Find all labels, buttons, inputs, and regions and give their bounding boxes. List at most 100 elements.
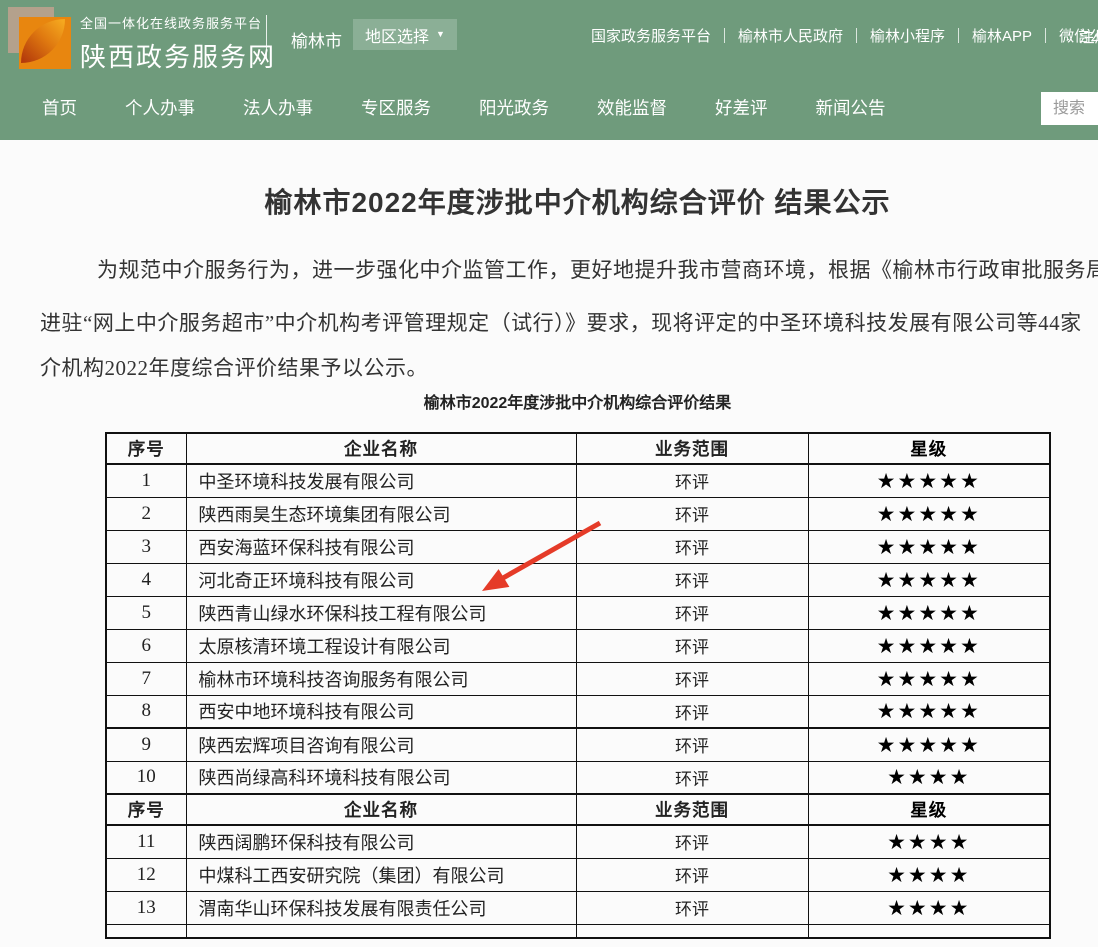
logo-orange-square [19, 17, 71, 69]
business-scope: 环评 [576, 629, 808, 662]
star-rating: ★★★★ [808, 761, 1050, 794]
company-name: 西安海蓝环保科技有限公司 [186, 530, 576, 563]
logo-leaf-icon [21, 19, 65, 63]
star-rating: ★★★★★ [808, 629, 1050, 662]
notice-paragraph-line-1: 为规范中介服务行为，进一步强化中介监管工作，更好地提升我市营商环境，根据《榆林市… [97, 254, 1098, 284]
table-row: 12中煤科工西安研究院（集团）有限公司环评★★★★ [106, 858, 1050, 891]
table-row: 8西安中地环境科技有限公司环评★★★★★ [106, 695, 1050, 728]
business-scope: 环评 [576, 891, 808, 924]
nav-item-好差评[interactable]: 好差评 [715, 95, 768, 120]
table-row: 11陕西阔鹏环保科技有限公司环评★★★★ [106, 825, 1050, 858]
evaluation-table: 序号企业名称业务范围星级1中圣环境科技发展有限公司环评★★★★★2陕西雨昊生态环… [105, 432, 1051, 939]
table-row: 5陕西青山绿水环保科技工程有限公司环评★★★★★ [106, 596, 1050, 629]
business-scope: 环评 [576, 825, 808, 858]
nav-item-效能监督[interactable]: 效能监督 [597, 95, 667, 120]
top-link[interactable]: 国家政务服务平台 [578, 25, 724, 46]
table-header-row: 序号企业名称业务范围星级 [106, 433, 1050, 464]
top-link[interactable]: 榆林市人民政府 [725, 25, 856, 46]
row-number: 7 [106, 662, 186, 695]
company-name: 西安中地环境科技有限公司 [186, 695, 576, 728]
top-link[interactable]: 榆林APP [959, 25, 1045, 46]
site-name: 陕西政务服务网 [80, 37, 276, 74]
page-title: 榆林市2022年度涉批中介机构综合评价 结果公示 [0, 181, 1098, 221]
business-scope: 环评 [576, 858, 808, 891]
company-name: 中煤科工西安研究院（集团）有限公司 [186, 858, 576, 891]
region-selector-button[interactable]: 地区选择 ▼ [353, 19, 457, 50]
row-number: 4 [106, 563, 186, 596]
nav-item-首页[interactable]: 首页 [42, 95, 77, 120]
column-header: 序号 [106, 794, 186, 825]
main-nav: 首页 个人办事 法人办事 专区服务 阳光政务 效能监督 好差评 新闻公告 [0, 75, 1098, 140]
empty-cell [186, 924, 576, 938]
company-name: 榆林市环境科技咨询服务有限公司 [186, 662, 576, 695]
company-name: 河北奇正环境科技有限公司 [186, 563, 576, 596]
column-header: 星级 [808, 433, 1050, 464]
row-number: 12 [106, 858, 186, 891]
region-selector-label: 地区选择 [365, 23, 429, 47]
business-scope: 环评 [576, 530, 808, 563]
star-rating: ★★★★★ [808, 728, 1050, 761]
star-rating: ★★★★★ [808, 596, 1050, 629]
nav-item-个人办事[interactable]: 个人办事 [125, 95, 195, 120]
page: 全国一体化在线政务服务平台 陕西政务服务网 榆林市 地区选择 ▼ 国家政务服务平… [0, 0, 1098, 947]
notice-paragraph-line-3: 介机构2022年度综合评价结果予以公示。 [40, 352, 428, 382]
business-scope: 环评 [576, 596, 808, 629]
top-links: 国家政务服务平台榆林市人民政府榆林小程序榆林APP微信公众号 [578, 25, 1098, 46]
business-scope: 环评 [576, 464, 808, 497]
chevron-down-icon: ▼ [436, 30, 445, 39]
business-scope: 环评 [576, 497, 808, 530]
table-row-clipped [106, 924, 1050, 938]
company-name: 渭南华山环保科技发展有限责任公司 [186, 891, 576, 924]
nav-item-法人办事[interactable]: 法人办事 [243, 95, 313, 120]
star-rating: ★★★★ [808, 858, 1050, 891]
table-row: 2陕西雨昊生态环境集团有限公司环评★★★★★ [106, 497, 1050, 530]
empty-cell [576, 924, 808, 938]
row-number: 10 [106, 761, 186, 794]
star-rating: ★★★★★ [808, 695, 1050, 728]
star-rating: ★★★★ [808, 825, 1050, 858]
nav-item-阳光政务[interactable]: 阳光政务 [479, 95, 549, 120]
eval-table-body: 序号企业名称业务范围星级1中圣环境科技发展有限公司环评★★★★★2陕西雨昊生态环… [106, 433, 1050, 938]
company-name: 太原核清环境工程设计有限公司 [186, 629, 576, 662]
nav-item-新闻公告[interactable]: 新闻公告 [816, 95, 886, 120]
business-scope: 环评 [576, 662, 808, 695]
table-caption: 榆林市2022年度涉批中介机构综合评价结果 [0, 389, 1098, 413]
company-name: 陕西阔鹏环保科技有限公司 [186, 825, 576, 858]
column-header: 业务范围 [576, 433, 808, 464]
masthead: 全国一体化在线政务服务平台 陕西政务服务网 榆林市 地区选择 ▼ 国家政务服务平… [0, 0, 1098, 140]
row-number: 13 [106, 891, 186, 924]
nav-item-专区服务[interactable]: 专区服务 [361, 95, 431, 120]
row-number: 3 [106, 530, 186, 563]
column-header: 业务范围 [576, 794, 808, 825]
register-link[interactable]: 注册 [1079, 25, 1098, 47]
row-number: 1 [106, 464, 186, 497]
table-row: 10陕西尚绿高科环境科技有限公司环评★★★★ [106, 761, 1050, 794]
company-name: 陕西青山绿水环保科技工程有限公司 [186, 596, 576, 629]
empty-cell [106, 924, 186, 938]
star-rating: ★★★★ [808, 891, 1050, 924]
current-city-label: 榆林市 [291, 27, 342, 52]
table-header-row: 序号企业名称业务范围星级 [106, 794, 1050, 825]
star-rating: ★★★★★ [808, 662, 1050, 695]
row-number: 5 [106, 596, 186, 629]
business-scope: 环评 [576, 728, 808, 761]
top-link[interactable]: 榆林小程序 [857, 25, 958, 46]
site-brand: 全国一体化在线政务服务平台 陕西政务服务网 [80, 13, 276, 74]
search-input[interactable] [1041, 92, 1098, 125]
site-logo[interactable] [8, 7, 72, 69]
top-bar: 全国一体化在线政务服务平台 陕西政务服务网 榆林市 地区选择 ▼ 国家政务服务平… [0, 0, 1098, 75]
notice-paragraph-line-2: 进驻“网上中介服务超市”中介机构考评管理规定（试行）》要求，现将评定的中圣环境科… [40, 307, 1082, 337]
table-row: 3西安海蓝环保科技有限公司环评★★★★★ [106, 530, 1050, 563]
star-rating: ★★★★★ [808, 497, 1050, 530]
company-name: 陕西雨昊生态环境集团有限公司 [186, 497, 576, 530]
column-header: 企业名称 [186, 794, 576, 825]
table-row: 7榆林市环境科技咨询服务有限公司环评★★★★★ [106, 662, 1050, 695]
platform-label: 全国一体化在线政务服务平台 [80, 13, 276, 32]
star-rating: ★★★★★ [808, 464, 1050, 497]
nav-items: 首页 个人办事 法人办事 专区服务 阳光政务 效能监督 好差评 新闻公告 [42, 75, 886, 140]
company-name: 陕西尚绿高科环境科技有限公司 [186, 761, 576, 794]
row-number: 9 [106, 728, 186, 761]
column-header: 企业名称 [186, 433, 576, 464]
row-number: 2 [106, 497, 186, 530]
table-row: 1中圣环境科技发展有限公司环评★★★★★ [106, 464, 1050, 497]
